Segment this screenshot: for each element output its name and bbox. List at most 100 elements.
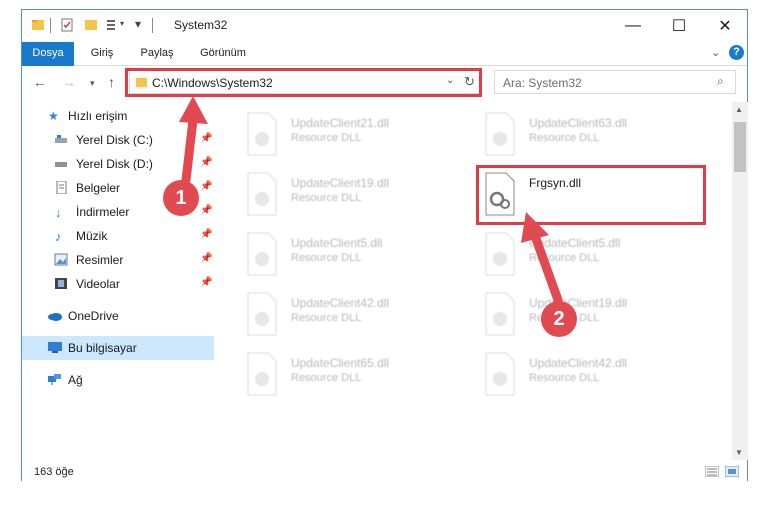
chevron-down-icon[interactable]: ⌄ [711,46,720,59]
nav-item-drive-d[interactable]: Yerel Disk (D:) 📌 [22,152,214,176]
tab-share[interactable]: Paylaş [132,42,182,65]
nav-item-videos[interactable]: Videolar 📌 [22,272,214,296]
search-input[interactable]: Ara: System32 [503,76,582,90]
drive-icon [55,135,67,143]
dll-file-icon [485,232,515,276]
dll-file-icon [485,292,515,336]
drive-icon [55,162,67,167]
minimize-button[interactable]: — [610,10,656,42]
nav-item-label: Yerel Disk (D:) [76,157,153,171]
pin-icon[interactable]: 📌 [200,205,212,216]
up-arrow-icon[interactable]: ↑ [108,74,115,90]
dll-file-icon [247,352,277,396]
videos-icon [55,278,67,289]
details-view-icon[interactable] [705,466,719,477]
pin-icon[interactable]: 📌 [200,181,212,192]
customize-toolbar-icon[interactable] [106,18,120,32]
dll-file-icon [485,352,515,396]
file-description: Resource DLL [291,252,362,264]
nav-item-this-pc[interactable]: Bu bilgisayar [22,336,214,360]
file-name: UpdateClient65.dll [291,356,390,370]
address-highlight-box [125,68,482,97]
ribbon-tabs: Dosya Giriş Paylaş Görünüm ⌄ ? [22,42,747,92]
scrollbar-thumb[interactable] [734,122,746,172]
folder-icon [32,20,44,30]
properties-icon[interactable] [60,18,74,32]
nav-item-label: Videolar [76,277,120,291]
nav-item-label: Bu bilgisayar [68,341,137,355]
close-button[interactable]: ✕ [702,10,748,42]
file-description: Resource DLL [291,312,362,324]
nav-item-network[interactable]: Ağ [22,368,214,392]
back-arrow-icon[interactable]: ← [33,74,47,90]
file-name: UpdateClient63.dll [529,116,628,130]
tab-home[interactable]: Giriş [82,42,122,65]
nav-item-label: Belgeler [76,181,121,195]
nav-item-label: Ağ [68,373,83,387]
vertical-scrollbar[interactable]: ▲ ▼ [732,102,748,460]
file-item[interactable]: UpdateClient19.dll Resource DLL [482,291,682,341]
tab-view[interactable]: Görünüm [192,42,254,65]
dropdown-arrow-icon[interactable]: ▾ [135,17,141,31]
nav-item-pictures[interactable]: Resimler 📌 [22,248,214,272]
nav-item-quick-access[interactable]: ★ Hızlı erişim [22,104,214,128]
title-bar: ▾ ▾ System32 — ☐ ✕ [22,10,747,42]
recent-locations-icon[interactable]: ▾ [90,78,95,89]
nav-item-music[interactable]: ♪ Müzik 📌 [22,224,214,248]
nav-item-label: OneDrive [68,309,119,323]
title-separator [152,18,153,33]
scroll-down-icon[interactable]: ▼ [735,448,743,457]
file-item[interactable]: UpdateClient21.dll Resource DLL [244,111,444,161]
file-description: Resource DLL [529,372,600,384]
music-icon: ♪ [55,229,62,244]
help-icon[interactable]: ? [729,45,744,60]
file-item[interactable]: UpdateClient42.dll Resource DLL [244,291,444,341]
search-icon[interactable]: ⌕ [717,74,724,89]
pin-icon[interactable]: 📌 [200,157,212,168]
nav-item-label: İndirmeler [76,205,130,219]
title-separator [50,18,51,33]
file-description: Resource DLL [529,252,600,264]
file-item[interactable]: UpdateClient65.dll Resource DLL [244,351,444,401]
status-bar: 163 öğe [22,460,747,482]
navigation-pane: ★ Hızlı erişim Yerel Disk (C:) 📌 Yerel D… [22,102,216,460]
file-item[interactable]: UpdateClient5.dll Resource DLL [244,231,444,281]
file-item[interactable]: UpdateClient19.dll Resource DLL [244,171,444,221]
file-name: UpdateClient42.dll [291,296,390,310]
documents-icon [56,181,67,194]
computer-icon [48,342,62,353]
maximize-button[interactable]: ☐ [656,10,702,42]
file-item[interactable]: UpdateClient42.dll Resource DLL [482,351,682,401]
pin-icon[interactable]: 📌 [200,277,212,288]
nav-item-label: Hızlı erişim [68,109,128,123]
file-item[interactable]: UpdateClient5.dll Resource DLL [482,231,682,281]
file-name: UpdateClient42.dll [529,356,628,370]
nav-item-drive-c[interactable]: Yerel Disk (C:) 📌 [22,128,214,152]
step-2-badge: 2 [541,301,577,337]
pin-icon[interactable]: 📌 [200,133,212,144]
nav-item-label: Yerel Disk (C:) [76,133,153,147]
new-folder-icon[interactable] [84,18,98,32]
star-icon: ★ [48,109,59,123]
file-description: Resource DLL [291,192,362,204]
pictures-icon [54,253,68,266]
file-description: Resource DLL [291,132,362,144]
dll-file-icon [247,172,277,216]
dll-file-icon [247,232,277,276]
nav-item-label: Resimler [76,253,124,267]
dll-file-icon [247,292,277,336]
file-description: Resource DLL [529,132,600,144]
large-icons-view-icon[interactable] [725,466,739,477]
cloud-icon [48,313,62,321]
file-name: UpdateClient19.dll [291,176,390,190]
nav-item-onedrive[interactable]: OneDrive [22,304,214,328]
dll-file-icon [485,112,515,156]
chevron-down-icon[interactable]: ▾ [120,19,124,28]
file-item[interactable]: UpdateClient63.dll Resource DLL [482,111,682,161]
scroll-up-icon[interactable]: ▲ [735,105,743,114]
file-name: UpdateClient5.dll [291,236,383,250]
network-icon [48,374,61,385]
pin-icon[interactable]: 📌 [200,229,212,240]
pin-icon[interactable]: 📌 [200,253,212,264]
forward-arrow-icon[interactable]: → [62,74,76,90]
